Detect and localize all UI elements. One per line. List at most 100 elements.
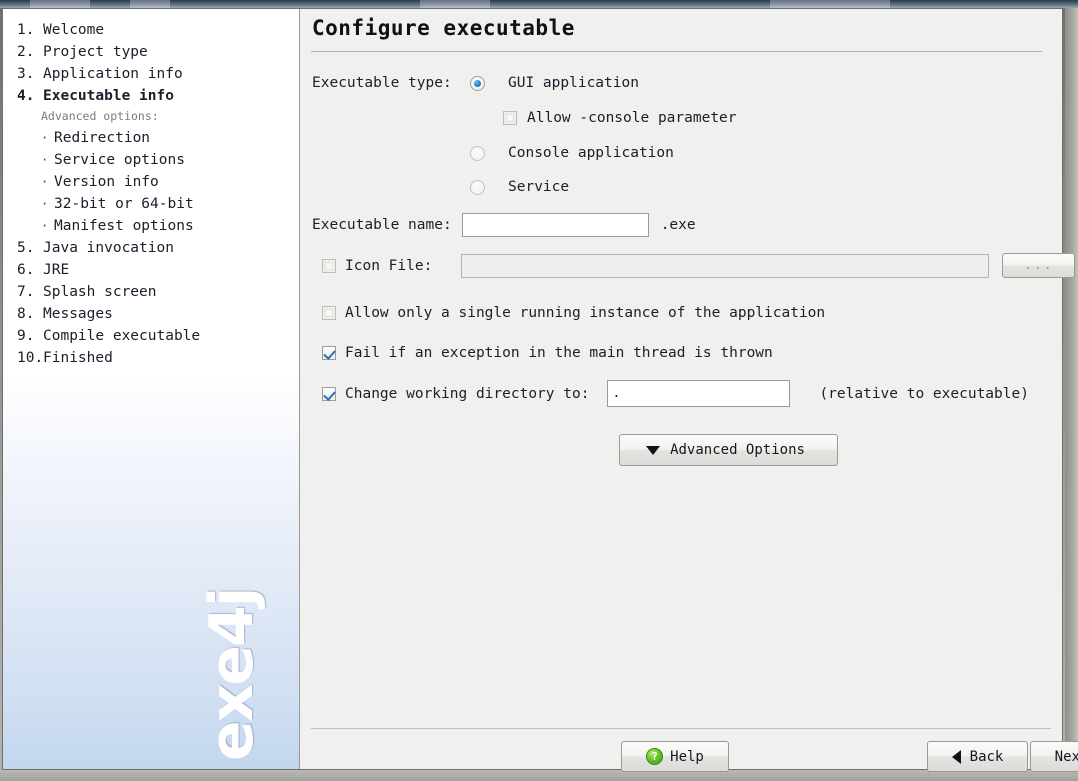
change-workdir-checkbox-icon[interactable] <box>322 386 336 401</box>
radio-gui-application[interactable]: GUI application <box>470 74 639 92</box>
help-button[interactable]: ? Help <box>621 741 729 772</box>
radio-service-icon[interactable] <box>470 179 485 195</box>
sidebar-step-number: 3. <box>17 66 35 82</box>
radio-console-icon[interactable] <box>470 145 485 161</box>
sidebar-subitem-manifest-options[interactable]: · Manifest options <box>3 215 299 237</box>
sidebar-step-number: 6. <box>17 262 35 278</box>
allow-console-parameter-checkbox[interactable]: Allow -console parameter <box>503 109 737 127</box>
sidebar-step-label: Compile executable <box>43 328 201 344</box>
sidebar-step-number: 1. <box>17 22 35 38</box>
sidebar-subitem-version-info[interactable]: · Version info <box>3 171 299 193</box>
footer-divider <box>311 728 1051 729</box>
sidebar-subitem-redirection[interactable]: · Redirection <box>3 127 299 149</box>
sidebar-step-label: Java invocation <box>43 240 174 256</box>
next-button[interactable]: Next <box>1030 741 1078 772</box>
fail-on-exception-label: Fail if an exception in the main thread … <box>345 345 773 361</box>
sidebar-step-compile-executable[interactable]: 9. Compile executable <box>3 325 299 347</box>
bullet-icon: · <box>41 131 49 145</box>
sidebar-step-finished[interactable]: 10. Finished <box>3 347 299 369</box>
sidebar-step-number: 10. <box>17 350 44 366</box>
sidebar-step-label: Messages <box>43 306 113 322</box>
radio-service-label: Service <box>508 179 570 195</box>
fail-on-exception-checkbox[interactable]: Fail if an exception in the main thread … <box>322 344 773 362</box>
change-workdir-row: Change working directory to: (relative t… <box>322 380 1029 407</box>
icon-file-input[interactable] <box>461 253 990 278</box>
relative-hint-label: (relative to executable) <box>819 385 1029 402</box>
sidebar-subitem-label: Manifest options <box>54 218 194 234</box>
page-title: Configure executable <box>312 16 575 40</box>
sidebar-step-welcome[interactable]: 1. Welcome <box>3 19 299 41</box>
icon-file-browse-button[interactable]: ... <box>1002 253 1076 278</box>
chevron-down-icon <box>646 445 661 455</box>
executable-type-row: Executable type: <box>312 74 452 92</box>
wizard-navigation-buttons: Back Next Finish Cancel <box>927 741 1078 772</box>
sidebar-step-label: Finished <box>43 350 113 366</box>
sidebar-step-number: 4. <box>17 88 35 104</box>
desktop-bottom-gutter <box>0 770 1078 781</box>
sidebar-subitem-service-options[interactable]: · Service options <box>3 149 299 171</box>
exe4j-watermark: exe4j <box>197 589 297 761</box>
sidebar-step-executable-info[interactable]: 4. Executable info <box>3 85 299 107</box>
icon-file-row: Icon File: ... <box>322 253 1076 278</box>
desktop-background: 1. Welcome 2. Project type 3. Application inf… <box>0 0 1078 781</box>
sidebar-step-label: Project type <box>43 44 148 60</box>
sidebar-step-project-type[interactable]: 2. Project type <box>3 41 299 63</box>
sidebar-step-application-info[interactable]: 3. Application info <box>3 63 299 85</box>
executable-name-label: Executable name: <box>312 217 452 233</box>
radio-service[interactable]: Service <box>470 178 569 196</box>
sidebar-subitem-label: Service options <box>54 152 185 168</box>
sidebar-step-splash-screen[interactable]: 7. Splash screen <box>3 281 299 303</box>
advanced-options-label: Advanced Options <box>670 442 805 458</box>
executable-name-row: Executable name: .exe <box>312 213 696 237</box>
sidebar-advanced-options-heading: Advanced options: <box>41 109 159 123</box>
sidebar-step-number: 9. <box>17 328 35 344</box>
sidebar-step-label: Executable info <box>43 88 174 104</box>
exe-suffix-label: .exe <box>660 217 696 233</box>
change-workdir-label: Change working directory to: <box>345 385 590 402</box>
bullet-icon: · <box>41 175 49 189</box>
help-icon: ? <box>646 748 664 765</box>
bullet-icon: · <box>41 219 49 233</box>
watermark-text: exe4j <box>197 588 267 761</box>
executable-name-input[interactable] <box>461 213 649 237</box>
sidebar-step-label: JRE <box>43 262 70 278</box>
sidebar-step-label: Application info <box>43 66 183 82</box>
back-button[interactable]: Back <box>927 741 1028 772</box>
sidebar-step-java-invocation[interactable]: 5. Java invocation <box>3 237 299 259</box>
advanced-options-button[interactable]: Advanced Options <box>619 434 838 466</box>
main-content-panel: Configure executable Executable type: GU… <box>300 9 1078 772</box>
icon-file-checkbox-icon[interactable] <box>322 258 336 273</box>
allow-console-label: Allow -console parameter <box>527 110 737 126</box>
help-label: Help <box>670 748 704 765</box>
sidebar-subitem-label: 32-bit or 64-bit <box>54 196 194 212</box>
radio-gui-icon[interactable] <box>470 75 485 91</box>
bullet-icon: · <box>41 197 49 211</box>
sidebar-subitem-label: Version info <box>54 174 159 190</box>
change-workdir-input[interactable] <box>607 380 791 407</box>
sidebar-step-label: Splash screen <box>43 284 157 300</box>
sidebar-step-jre[interactable]: 6. JRE <box>3 259 299 281</box>
sidebar-step-number: 7. <box>17 284 35 300</box>
bullet-icon: · <box>41 153 49 167</box>
allow-console-checkbox-icon[interactable] <box>503 111 517 125</box>
sidebar-subitem-label: Redirection <box>54 130 151 146</box>
single-instance-checkbox[interactable]: Allow only a single running instance of … <box>322 304 825 322</box>
wizard-steps-sidebar: 1. Welcome 2. Project type 3. Application inf… <box>3 9 300 769</box>
fail-on-exception-checkbox-icon[interactable] <box>322 346 336 360</box>
desktop-right-gutter <box>1065 8 1078 770</box>
cropped-title-bar-strip <box>0 0 1078 8</box>
wizard-step-list: 1. Welcome 2. Project type 3. Application inf… <box>3 19 299 369</box>
radio-console-label: Console application <box>508 145 674 161</box>
arrow-left-icon <box>951 749 961 764</box>
next-label: Next <box>1054 748 1078 765</box>
sidebar-step-messages[interactable]: 8. Messages <box>3 303 299 325</box>
sidebar-step-number: 2. <box>17 44 35 60</box>
single-instance-checkbox-icon[interactable] <box>322 306 336 320</box>
radio-gui-label: GUI application <box>508 75 639 91</box>
radio-console-application[interactable]: Console application <box>470 144 674 162</box>
exe4j-wizard-window: 1. Welcome 2. Project type 3. Application inf… <box>2 8 1078 772</box>
sidebar-step-number: 5. <box>17 240 35 256</box>
sidebar-step-label: Welcome <box>43 22 105 38</box>
sidebar-subitem-32-bit-or-64-bit[interactable]: · 32-bit or 64-bit <box>3 193 299 215</box>
back-label: Back <box>969 748 1004 765</box>
